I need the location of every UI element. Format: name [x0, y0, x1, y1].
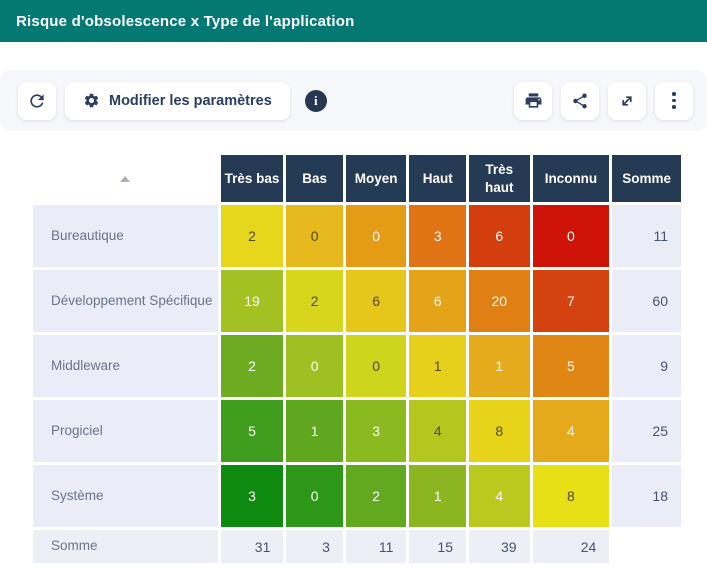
- column-header-somme[interactable]: Somme: [612, 155, 681, 202]
- heat-cell: 0: [533, 205, 610, 267]
- row-sum-cell: 9: [612, 335, 681, 397]
- column-sum-cell: 3: [286, 530, 343, 563]
- heat-cell: 20: [469, 270, 530, 332]
- heat-cell: 2: [286, 270, 343, 332]
- sort-row-labels-header[interactable]: [33, 155, 218, 202]
- column-header-moyen[interactable]: Moyen: [346, 155, 407, 202]
- heat-cell: 1: [409, 465, 466, 527]
- heat-cell: 6: [409, 270, 466, 332]
- column-sum-cell: 31: [221, 530, 284, 563]
- row-sum-cell: 18: [612, 465, 681, 527]
- column-header-bas[interactable]: Bas: [286, 155, 343, 202]
- heat-cell: 0: [346, 205, 407, 267]
- column-sum-cell: 15: [409, 530, 466, 563]
- table-row: Développement Spécifique1926620760: [33, 270, 681, 332]
- column-header-inconnu[interactable]: Inconnu: [533, 155, 610, 202]
- row-sum-cell: 11: [612, 205, 681, 267]
- heat-cell: 2: [346, 465, 407, 527]
- title-bar: Risque d'obsolescence x Type de l'applic…: [0, 0, 707, 42]
- heat-cell: 0: [286, 465, 343, 527]
- row-sum-cell: 60: [612, 270, 681, 332]
- column-sum-cell: 39: [469, 530, 530, 563]
- heat-cell: 1: [286, 400, 343, 462]
- toolbar: Modifier les paramètres i: [0, 70, 707, 131]
- refresh-button[interactable]: [18, 82, 56, 120]
- row-label: Middleware: [33, 335, 218, 397]
- column-sum-cell: 24: [533, 530, 610, 563]
- heat-cell: 5: [221, 400, 284, 462]
- heat-cell: 8: [533, 465, 610, 527]
- column-header-haut[interactable]: Haut: [409, 155, 466, 202]
- row-label: Progiciel: [33, 400, 218, 462]
- row-label: Développement Spécifique: [33, 270, 218, 332]
- table-row: Système30214818: [33, 465, 681, 527]
- heat-cell: 3: [221, 465, 284, 527]
- heat-cell: 6: [346, 270, 407, 332]
- heat-cell: 1: [469, 335, 530, 397]
- heat-cell: 4: [469, 465, 530, 527]
- heat-cell: 4: [533, 400, 610, 462]
- heat-cell: 2: [221, 205, 284, 267]
- heat-cell: 0: [286, 335, 343, 397]
- expand-icon: [618, 92, 636, 110]
- grand-total-cell-empty: [612, 530, 681, 563]
- page-title: Risque d'obsolescence x Type de l'applic…: [16, 13, 354, 30]
- refresh-icon: [27, 91, 47, 111]
- sum-row-label: Somme: [33, 530, 218, 563]
- edit-parameters-label: Modifier les paramètres: [109, 93, 272, 109]
- heat-cell: 8: [469, 400, 530, 462]
- heat-cell: 7: [533, 270, 610, 332]
- heat-cell: 4: [409, 400, 466, 462]
- printer-icon: [524, 91, 543, 110]
- heat-cell: 19: [221, 270, 284, 332]
- row-sum-cell: 25: [612, 400, 681, 462]
- fullscreen-button[interactable]: [608, 82, 646, 120]
- sort-ascending-icon: [120, 176, 130, 182]
- table-row: Progiciel51348425: [33, 400, 681, 462]
- heat-cell: 1: [409, 335, 466, 397]
- info-icon[interactable]: i: [305, 90, 327, 112]
- heat-cell: 0: [346, 335, 407, 397]
- table-row: Middleware2001159: [33, 335, 681, 397]
- obsolescence-matrix-table: Très basBasMoyenHautTrès hautInconnuSomm…: [30, 152, 684, 566]
- row-label: Bureautique: [33, 205, 218, 267]
- sum-row: Somme31311153924: [33, 530, 681, 563]
- column-header-très-haut[interactable]: Très haut: [469, 155, 530, 202]
- gear-icon: [83, 92, 100, 109]
- column-sum-cell: 11: [346, 530, 407, 563]
- heat-cell: 0: [286, 205, 343, 267]
- more-options-button[interactable]: [655, 82, 693, 120]
- row-label: Système: [33, 465, 218, 527]
- heat-cell: 3: [346, 400, 407, 462]
- share-button[interactable]: [561, 82, 599, 120]
- toolbar-right-group: [514, 82, 693, 120]
- edit-parameters-button[interactable]: Modifier les paramètres: [65, 82, 290, 120]
- heat-cell: 3: [409, 205, 466, 267]
- print-button[interactable]: [514, 82, 552, 120]
- heat-cell: 6: [469, 205, 530, 267]
- toolbar-left-group: Modifier les paramètres i: [18, 82, 327, 120]
- table-row: Bureautique20036011: [33, 205, 681, 267]
- share-icon: [571, 92, 589, 110]
- column-header-très-bas[interactable]: Très bas: [221, 155, 284, 202]
- heat-cell: 2: [221, 335, 284, 397]
- heat-cell: 5: [533, 335, 610, 397]
- kebab-menu-icon: [672, 92, 676, 109]
